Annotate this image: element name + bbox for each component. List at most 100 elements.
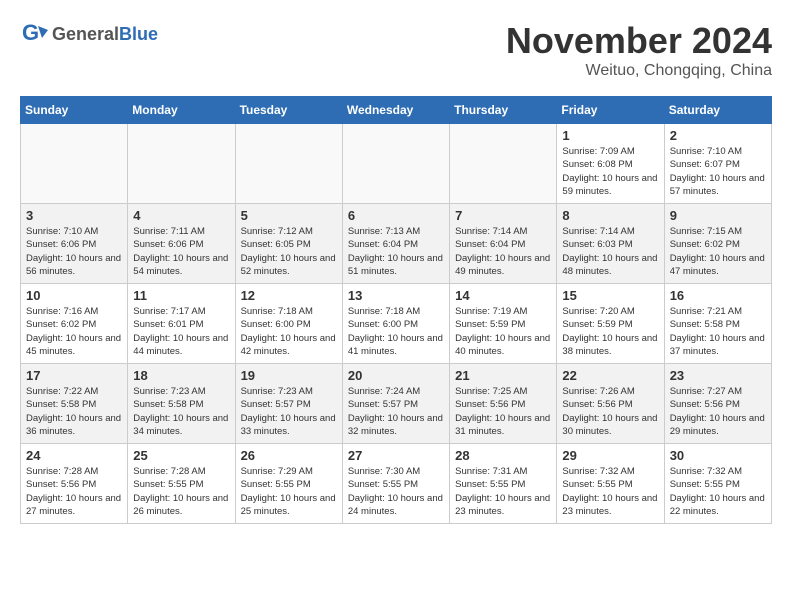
calendar-cell: 3Sunrise: 7:10 AMSunset: 6:06 PMDaylight… (21, 204, 128, 284)
calendar-cell: 10Sunrise: 7:16 AMSunset: 6:02 PMDayligh… (21, 284, 128, 364)
day-info: Sunrise: 7:12 AMSunset: 6:05 PMDaylight:… (241, 225, 337, 278)
calendar-cell: 24Sunrise: 7:28 AMSunset: 5:56 PMDayligh… (21, 444, 128, 524)
calendar-cell (450, 124, 557, 204)
day-info: Sunrise: 7:26 AMSunset: 5:56 PMDaylight:… (562, 385, 658, 438)
day-number: 11 (133, 288, 229, 303)
day-number: 16 (670, 288, 766, 303)
day-number: 30 (670, 448, 766, 463)
day-number: 5 (241, 208, 337, 223)
day-number: 26 (241, 448, 337, 463)
day-info: Sunrise: 7:23 AMSunset: 5:57 PMDaylight:… (241, 385, 337, 438)
calendar-cell: 25 Sunrise: 7:28 AMSunset: 5:55 PMDayligh… (128, 444, 235, 524)
day-number: 19 (241, 368, 337, 383)
calendar-cell: 30 Sunrise: 7:32 AMSunset: 5:55 PMDayligh… (664, 444, 771, 524)
calendar-cell: 13Sunrise: 7:18 AMSunset: 6:00 PMDayligh… (342, 284, 449, 364)
day-info: Sunrise: 7:27 AMSunset: 5:56 PMDaylight:… (670, 385, 766, 438)
calendar-cell: 16Sunrise: 7:21 AMSunset: 5:58 PMDayligh… (664, 284, 771, 364)
day-number: 22 (562, 368, 658, 383)
day-info: Sunrise: 7:11 AMSunset: 6:06 PMDaylight:… (133, 225, 229, 278)
weekday-header-tuesday: Tuesday (235, 97, 342, 124)
day-number: 18 (133, 368, 229, 383)
calendar-cell: 5 Sunrise: 7:12 AMSunset: 6:05 PMDaylight… (235, 204, 342, 284)
logo-blue: Blue (119, 24, 158, 44)
day-info: Sunrise: 7:20 AMSunset: 5:59 PMDaylight:… (562, 305, 658, 358)
day-info: Sunrise: 7:19 AMSunset: 5:59 PMDaylight:… (455, 305, 551, 358)
calendar-cell: 8 Sunrise: 7:14 AMSunset: 6:03 PMDaylight… (557, 204, 664, 284)
calendar-header: SundayMondayTuesdayWednesdayThursdayFrid… (21, 97, 772, 124)
day-number: 7 (455, 208, 551, 223)
calendar-cell: 21 Sunrise: 7:25 AMSunset: 5:56 PMDayligh… (450, 364, 557, 444)
day-number: 23 (670, 368, 766, 383)
day-number: 21 (455, 368, 551, 383)
day-info: Sunrise: 7:32 AMSunset: 5:55 PMDaylight:… (562, 465, 658, 518)
logo: G GeneralBlue (20, 20, 158, 48)
logo-general: General (52, 24, 119, 44)
day-number: 25 (133, 448, 229, 463)
calendar-cell: 14 Sunrise: 7:19 AMSunset: 5:59 PMDayligh… (450, 284, 557, 364)
calendar-cell (342, 124, 449, 204)
day-info: Sunrise: 7:18 AMSunset: 6:00 PMDaylight:… (241, 305, 337, 358)
calendar-table: SundayMondayTuesdayWednesdayThursdayFrid… (20, 96, 772, 524)
day-number: 14 (455, 288, 551, 303)
calendar-cell: 27 Sunrise: 7:30 AMSunset: 5:55 PMDayligh… (342, 444, 449, 524)
day-number: 29 (562, 448, 658, 463)
day-info: Sunrise: 7:14 AMSunset: 6:04 PMDaylight:… (455, 225, 551, 278)
month-title: November 2024 (506, 20, 772, 62)
calendar-cell: 6Sunrise: 7:13 AMSunset: 6:04 PMDaylight… (342, 204, 449, 284)
calendar-cell: 12 Sunrise: 7:18 AMSunset: 6:00 PMDayligh… (235, 284, 342, 364)
calendar-cell: 17Sunrise: 7:22 AMSunset: 5:58 PMDayligh… (21, 364, 128, 444)
weekday-header-friday: Friday (557, 97, 664, 124)
calendar-cell: 15 Sunrise: 7:20 AMSunset: 5:59 PMDayligh… (557, 284, 664, 364)
day-info: Sunrise: 7:14 AMSunset: 6:03 PMDaylight:… (562, 225, 658, 278)
calendar-cell: 11 Sunrise: 7:17 AMSunset: 6:01 PMDayligh… (128, 284, 235, 364)
day-number: 20 (348, 368, 444, 383)
calendar-week-4: 17Sunrise: 7:22 AMSunset: 5:58 PMDayligh… (21, 364, 772, 444)
calendar-cell: 22 Sunrise: 7:26 AMSunset: 5:56 PMDayligh… (557, 364, 664, 444)
day-number: 6 (348, 208, 444, 223)
day-number: 3 (26, 208, 122, 223)
weekday-header-sunday: Sunday (21, 97, 128, 124)
day-info: Sunrise: 7:28 AMSunset: 5:55 PMDaylight:… (133, 465, 229, 518)
day-info: Sunrise: 7:17 AMSunset: 6:01 PMDaylight:… (133, 305, 229, 358)
weekday-header-wednesday: Wednesday (342, 97, 449, 124)
calendar-cell: 4Sunrise: 7:11 AMSunset: 6:06 PMDaylight… (128, 204, 235, 284)
day-info: Sunrise: 7:29 AMSunset: 5:55 PMDaylight:… (241, 465, 337, 518)
day-number: 1 (562, 128, 658, 143)
day-number: 12 (241, 288, 337, 303)
day-info: Sunrise: 7:18 AMSunset: 6:00 PMDaylight:… (348, 305, 444, 358)
calendar-week-3: 10Sunrise: 7:16 AMSunset: 6:02 PMDayligh… (21, 284, 772, 364)
calendar-week-2: 3Sunrise: 7:10 AMSunset: 6:06 PMDaylight… (21, 204, 772, 284)
svg-text:G: G (22, 20, 39, 45)
day-number: 15 (562, 288, 658, 303)
weekday-header-thursday: Thursday (450, 97, 557, 124)
day-number: 27 (348, 448, 444, 463)
day-info: Sunrise: 7:15 AMSunset: 6:02 PMDaylight:… (670, 225, 766, 278)
weekday-header-monday: Monday (128, 97, 235, 124)
calendar-cell (235, 124, 342, 204)
day-number: 2 (670, 128, 766, 143)
calendar-cell: 23 Sunrise: 7:27 AMSunset: 5:56 PMDayligh… (664, 364, 771, 444)
calendar-cell: 29 Sunrise: 7:32 AMSunset: 5:55 PMDayligh… (557, 444, 664, 524)
logo-icon: G (20, 20, 48, 48)
day-number: 8 (562, 208, 658, 223)
title-block: November 2024 Weituo, Chongqing, China (506, 20, 772, 80)
calendar-cell: 19 Sunrise: 7:23 AMSunset: 5:57 PMDayligh… (235, 364, 342, 444)
day-info: Sunrise: 7:25 AMSunset: 5:56 PMDaylight:… (455, 385, 551, 438)
day-info: Sunrise: 7:32 AMSunset: 5:55 PMDaylight:… (670, 465, 766, 518)
calendar-cell (128, 124, 235, 204)
weekday-header-saturday: Saturday (664, 97, 771, 124)
location-title: Weituo, Chongqing, China (506, 62, 772, 80)
calendar-cell: 9Sunrise: 7:15 AMSunset: 6:02 PMDaylight… (664, 204, 771, 284)
calendar-cell (21, 124, 128, 204)
calendar-cell: 1 Sunrise: 7:09 AMSunset: 6:08 PMDaylight… (557, 124, 664, 204)
calendar-body: 1 Sunrise: 7:09 AMSunset: 6:08 PMDaylight… (21, 124, 772, 524)
page-header: G GeneralBlue November 2024 Weituo, Chon… (20, 20, 772, 80)
day-info: Sunrise: 7:30 AMSunset: 5:55 PMDaylight:… (348, 465, 444, 518)
day-info: Sunrise: 7:31 AMSunset: 5:55 PMDaylight:… (455, 465, 551, 518)
day-number: 10 (26, 288, 122, 303)
day-info: Sunrise: 7:09 AMSunset: 6:08 PMDaylight:… (562, 145, 658, 198)
day-info: Sunrise: 7:23 AMSunset: 5:58 PMDaylight:… (133, 385, 229, 438)
calendar-week-1: 1 Sunrise: 7:09 AMSunset: 6:08 PMDaylight… (21, 124, 772, 204)
day-number: 17 (26, 368, 122, 383)
calendar-cell: 18 Sunrise: 7:23 AMSunset: 5:58 PMDayligh… (128, 364, 235, 444)
